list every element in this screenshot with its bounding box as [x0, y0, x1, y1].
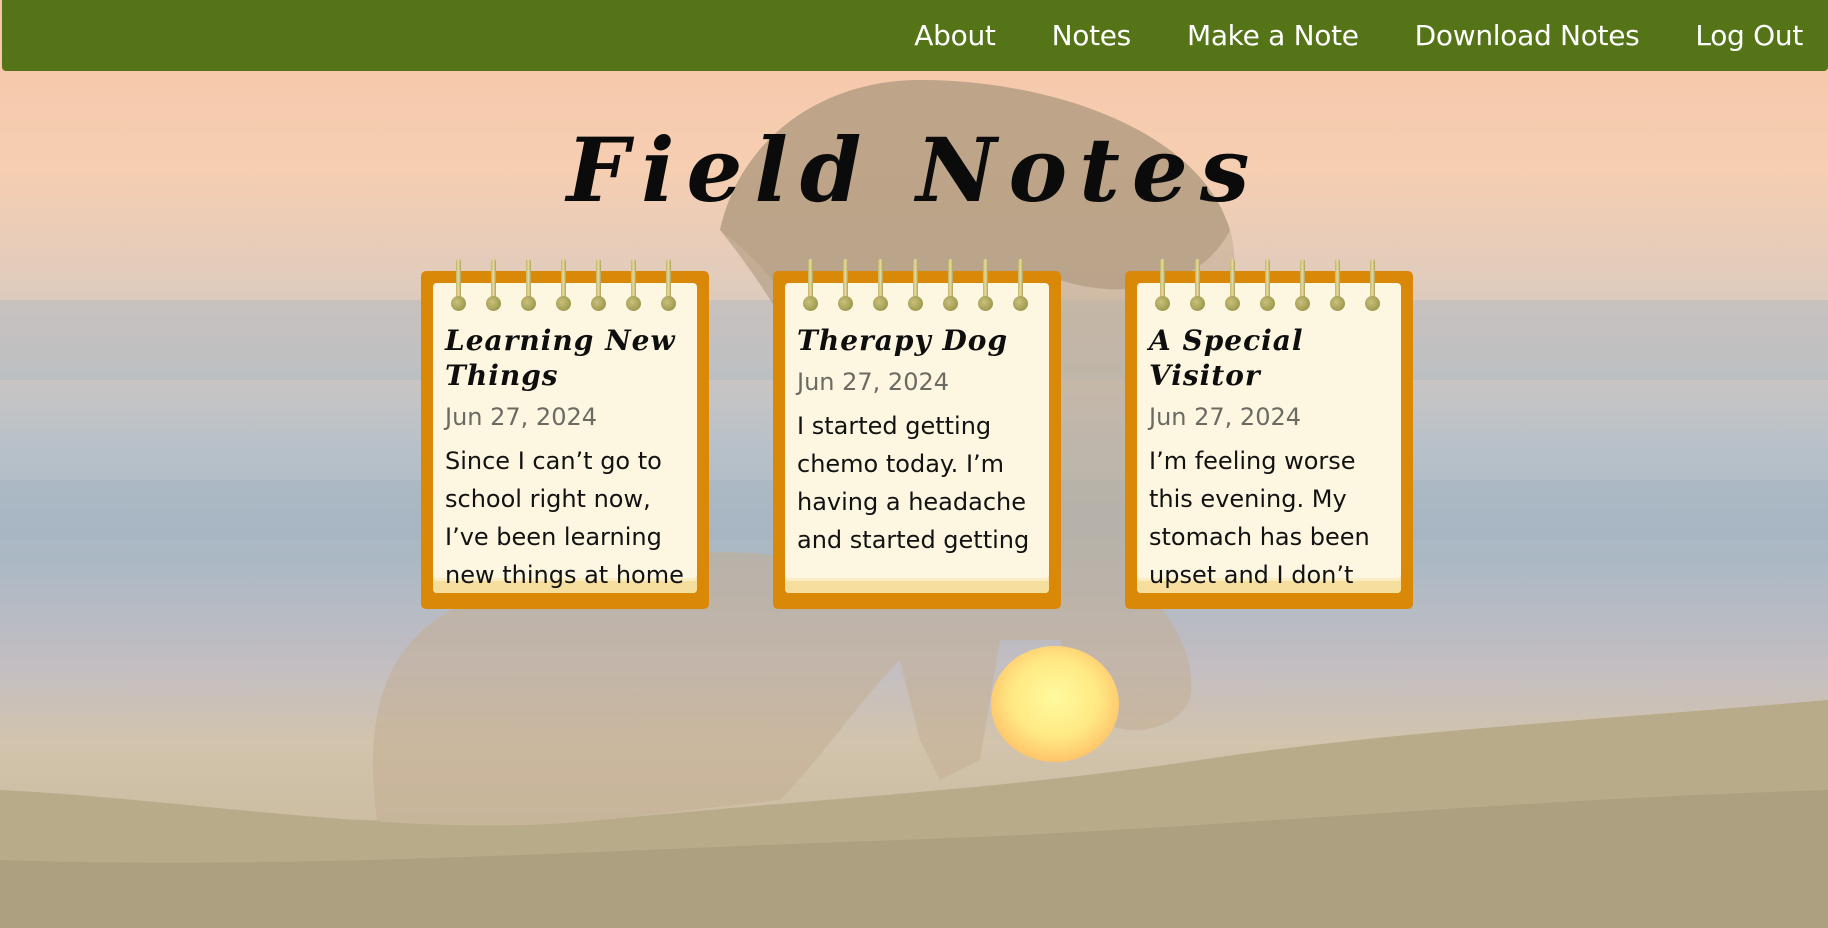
nav-log-out-link[interactable]: Log Out [1695, 19, 1803, 52]
note-paper: Learning New Things Jun 27, 2024 Since I… [433, 283, 697, 593]
page-title: Field Notes [566, 118, 1262, 222]
spiral-binding [1125, 259, 1413, 311]
note-card[interactable]: Learning New Things Jun 27, 2024 Since I… [421, 259, 709, 609]
ring-icon [1363, 259, 1383, 311]
ring-icon [1188, 259, 1208, 311]
ring-icon [554, 259, 574, 311]
note-card[interactable]: A Special Visitor Jun 27, 2024 I’m feeli… [1125, 259, 1413, 609]
ring-icon [1153, 259, 1173, 311]
nav-about-link[interactable]: About [914, 19, 996, 52]
note-paper: Therapy Dog Jun 27, 2024 I started getti… [785, 283, 1049, 593]
ring-icon [1328, 259, 1348, 311]
ring-icon [519, 259, 539, 311]
ring-icon [976, 259, 996, 311]
note-date: Jun 27, 2024 [445, 403, 598, 431]
ring-icon [836, 259, 856, 311]
note-body: Since I can’t go to school right now, I’… [445, 447, 684, 589]
ring-icon [449, 259, 469, 311]
ring-icon [801, 259, 821, 311]
ring-icon [941, 259, 961, 311]
nav-make-a-note-link[interactable]: Make a Note [1187, 19, 1359, 52]
note-body: I’m feeling worse this evening. My stoma… [1149, 447, 1370, 589]
spiral-binding [773, 259, 1061, 311]
ring-icon [1293, 259, 1313, 311]
note-title[interactable]: Learning New Things [445, 323, 691, 393]
note-title[interactable]: A Special Visitor [1149, 323, 1395, 393]
note-title[interactable]: Therapy Dog [797, 323, 1043, 358]
note-date: Jun 27, 2024 [1149, 403, 1302, 431]
ring-icon [589, 259, 609, 311]
note-date: Jun 27, 2024 [797, 368, 950, 396]
note-paper: A Special Visitor Jun 27, 2024 I’m feeli… [1137, 283, 1401, 593]
ring-icon [484, 259, 504, 311]
ring-icon [1011, 259, 1031, 311]
nav-notes-link[interactable]: Notes [1052, 19, 1132, 52]
ring-icon [871, 259, 891, 311]
note-body: I started getting chemo today. I’m havin… [797, 412, 1030, 554]
ring-icon [906, 259, 926, 311]
note-card[interactable]: Therapy Dog Jun 27, 2024 I started getti… [773, 259, 1061, 609]
nav-download-notes-link[interactable]: Download Notes [1415, 19, 1640, 52]
ring-icon [659, 259, 679, 311]
top-navbar: About Notes Make a Note Download Notes L… [2, 0, 1828, 71]
nav-links: About Notes Make a Note Download Notes L… [914, 0, 1828, 71]
spiral-binding [421, 259, 709, 311]
ring-icon [624, 259, 644, 311]
ring-icon [1258, 259, 1278, 311]
ring-icon [1223, 259, 1243, 311]
